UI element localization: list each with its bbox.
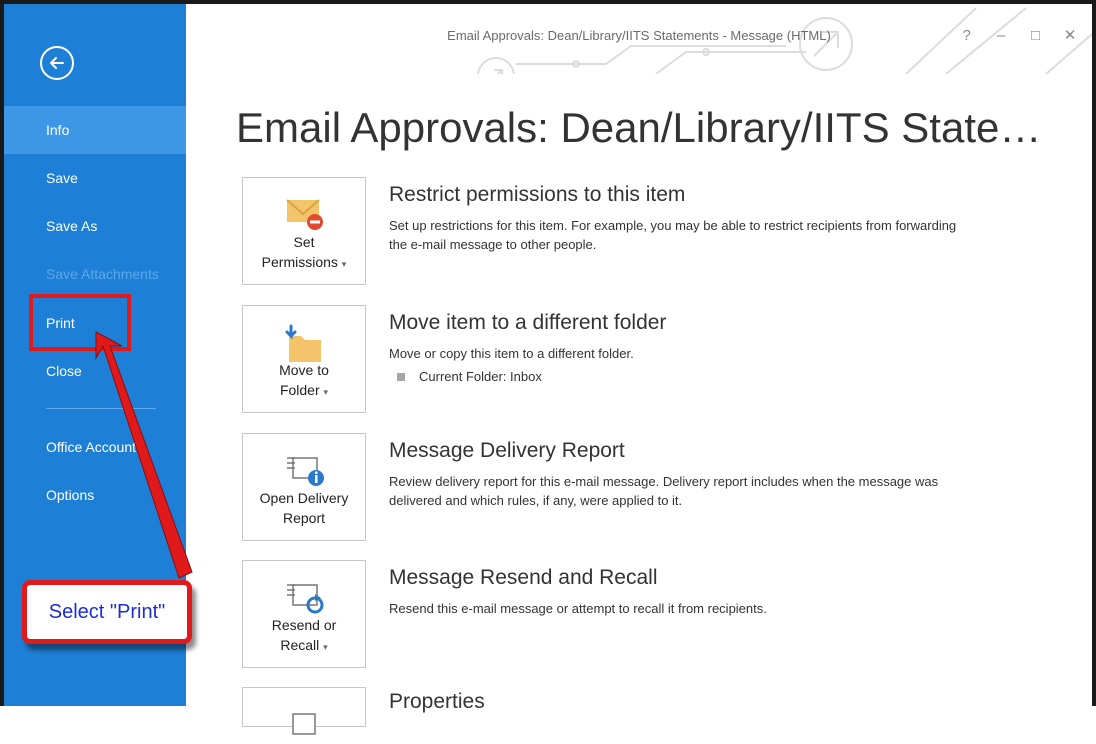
sidebar-item-info[interactable]: Info: [4, 106, 186, 154]
chevron-down-icon: ▾: [341, 259, 347, 269]
delivery-report-icon: [287, 457, 324, 486]
section-title-resend: Message Resend and Recall: [389, 566, 658, 589]
tile-label-line2: Folder: [279, 382, 320, 398]
section-desc-resend: Resend this e-mail message or attempt to…: [389, 601, 767, 616]
section-title-permissions: Restrict permissions to this item: [389, 183, 686, 206]
chevron-down-icon: ▾: [323, 642, 328, 652]
maximize-button[interactable]: □: [1024, 27, 1048, 44]
tile-label-line1: Set: [293, 234, 315, 250]
back-button[interactable]: [40, 46, 74, 80]
print-highlight-box: [29, 294, 131, 351]
section-title-delivery: Message Delivery Report: [389, 439, 625, 462]
properties-icon: [292, 713, 316, 735]
window-controls: ? – □ ✕: [949, 26, 1082, 45]
minimize-button[interactable]: –: [989, 27, 1013, 44]
tile-label-line2: Recall: [280, 637, 320, 653]
current-folder-info: Current Folder: Inbox: [389, 367, 969, 386]
tile-label-line1: Open Delivery: [259, 490, 349, 506]
resend-recall-icon: [287, 584, 324, 614]
close-button[interactable]: ✕: [1058, 26, 1082, 44]
current-folder-text: Current Folder: Inbox: [419, 369, 542, 384]
sidebar-item-close[interactable]: Close: [4, 347, 186, 395]
envelope-restrict-icon: [286, 199, 323, 230]
properties-button[interactable]: [242, 687, 366, 735]
section-title-move: Move item to a different folder: [389, 311, 667, 334]
sidebar-item-save-attachments: Save Attachments: [46, 266, 159, 282]
page-title: Email Approvals: Dean/Library/IITS State…: [236, 104, 1072, 151]
move-folder-icon: [285, 324, 321, 362]
resend-or-recall-button[interactable]: Resend or Recall ▾: [242, 560, 366, 668]
open-delivery-report-button[interactable]: Open Delivery Report: [242, 433, 366, 541]
section-desc-delivery: Review delivery report for this e-mail m…: [389, 474, 939, 508]
section-title-properties: Properties: [389, 690, 485, 713]
select-print-callout: Select "Print": [22, 580, 192, 644]
tile-label-line2: Permissions: [261, 254, 338, 270]
tile-label-line2: Report: [282, 510, 326, 526]
sidebar-item-save[interactable]: Save: [4, 154, 186, 202]
section-desc-permissions: Set up restrictions for this item. For e…: [389, 218, 957, 252]
sidebar-item-options[interactable]: Options: [4, 471, 186, 519]
set-permissions-button[interactable]: Set Permissions ▾: [242, 177, 366, 285]
move-to-folder-button[interactable]: Move to Folder ▾: [242, 305, 366, 413]
sidebar-item-office-account[interactable]: Office Account: [4, 423, 186, 471]
back-arrow-icon: [50, 57, 64, 69]
tile-label-line1: Move to: [279, 362, 329, 378]
sidebar-divider: [46, 408, 156, 409]
title-bar: Email Approvals: Dean/Library/IITS State…: [186, 4, 1092, 74]
help-button[interactable]: ?: [955, 27, 979, 44]
tile-label-line1: Resend or: [271, 617, 337, 633]
sidebar-item-save-as[interactable]: Save As: [4, 202, 186, 250]
bullet-icon: [397, 373, 405, 381]
chevron-down-icon: ▾: [323, 387, 329, 397]
section-desc-move: Move or copy this item to a different fo…: [389, 346, 634, 361]
